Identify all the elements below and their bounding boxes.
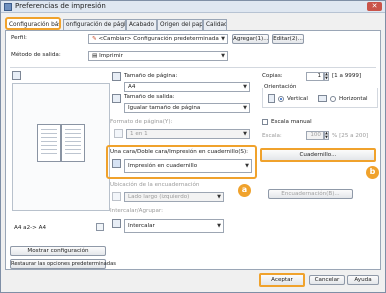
page-size-label: Tamaño de página: xyxy=(124,73,178,79)
preview-caption: A4 a2-> A4 xyxy=(14,225,47,231)
scale-range: % [25 a 200] xyxy=(332,133,369,139)
ok-button[interactable]: Aceptar xyxy=(259,273,305,287)
page-size-select[interactable]: A4 ▼ xyxy=(124,82,250,92)
chevron-down-icon: ▼ xyxy=(217,194,221,200)
show-settings-button[interactable]: Mostrar configuración xyxy=(10,246,106,256)
horizontal-label: Horizontal xyxy=(339,96,368,102)
page-preview xyxy=(12,83,110,211)
callout-badge-a: a xyxy=(238,184,251,197)
booklet-left-page xyxy=(37,124,61,162)
chevron-down-icon: ▼ xyxy=(221,36,225,42)
output-size-value: Igualar tamaño de página xyxy=(128,105,201,111)
scale-spinner[interactable]: ▲ ▼ xyxy=(324,131,329,140)
duplex-label: Una cara/Doble cara/Impresión en cuadern… xyxy=(110,149,249,155)
collate-select[interactable]: Intercalar ▼ xyxy=(124,219,224,233)
landscape-icon xyxy=(318,95,327,102)
chevron-down-icon: ▼ xyxy=(243,131,247,137)
copies-range: [1 a 9999] xyxy=(332,73,362,79)
output-method-value: Imprimir xyxy=(99,53,123,59)
duplex-value: Impresión en cuadernillo xyxy=(128,163,198,169)
output-method-label: Método de salida: xyxy=(11,52,61,58)
chevron-down-icon: ▼ xyxy=(245,163,249,169)
profile-label: Perfil: xyxy=(11,35,27,41)
profile-select[interactable]: ✎ <Cambiar> Configuración predeterminada… xyxy=(88,34,228,44)
tab-finishing[interactable]: Acabado xyxy=(126,19,157,30)
horizontal-radio[interactable] xyxy=(330,96,336,102)
collate-label: Intercalar/Agrupar: xyxy=(110,208,163,214)
tab-quality[interactable]: Calidad xyxy=(203,19,227,30)
binding-icon xyxy=(112,192,121,201)
page-layout-icon xyxy=(114,129,123,138)
portrait-icon xyxy=(268,94,275,103)
collate-value: Intercalar xyxy=(128,223,155,229)
chevron-down-icon: ▼ xyxy=(217,223,221,229)
page-layout-label: Formato de página(Y): xyxy=(110,119,173,125)
chevron-down-icon: ▼ xyxy=(221,53,225,59)
output-size-icon xyxy=(112,94,121,103)
vertical-label: Vertical xyxy=(287,96,308,102)
page-layout-select[interactable]: 1 en 1 ▼ xyxy=(126,129,250,139)
divider xyxy=(10,67,376,68)
window-title: Preferencias de impresión xyxy=(15,2,106,10)
tab-paper-source[interactable]: Origen del papel xyxy=(157,19,203,30)
manual-scaling-label: Escala manual xyxy=(271,119,312,125)
print-icon: ▤ xyxy=(92,53,98,59)
close-button[interactable]: ✕ xyxy=(367,2,382,11)
booklet-right-page xyxy=(61,124,85,162)
basic-settings-panel: Perfil: ✎ <Cambiar> Configuración predet… xyxy=(5,30,381,270)
page-size-icon xyxy=(112,72,121,81)
booklet-icon xyxy=(112,159,121,168)
output-size-label: Tamaño de salida: xyxy=(124,94,175,100)
profile-value: <Cambiar> Configuración predeterminada xyxy=(98,36,219,42)
output-size-select[interactable]: Igualar tamaño de página ▼ xyxy=(124,103,250,113)
binding-select[interactable]: Lado largo (izquierdo) ▼ xyxy=(124,192,224,202)
help-button[interactable]: Ayuda xyxy=(347,275,379,285)
edit-profile-button[interactable]: Editar(2)... xyxy=(272,34,304,44)
output-method-select[interactable]: ▤ Imprimir ▼ xyxy=(88,51,228,61)
binding-value: Lado largo (izquierdo) xyxy=(128,194,190,200)
preferences-window: Preferencias de impresión ✕ Configuració… xyxy=(0,0,386,293)
title-bar: Preferencias de impresión ✕ xyxy=(1,1,385,13)
page-layout-value: 1 en 1 xyxy=(130,131,148,137)
preview-toggle-icon[interactable] xyxy=(12,71,21,80)
preview-settings-icon[interactable] xyxy=(96,223,104,231)
add-profile-button[interactable]: Agregar(1)... xyxy=(232,34,269,44)
page-size-value: A4 xyxy=(128,84,136,90)
copies-spinner[interactable]: ▲ ▼ xyxy=(324,72,329,81)
binding-label: Ubicación de la encuadernación xyxy=(110,182,200,188)
copies-input[interactable]: 1 xyxy=(306,72,324,81)
booklet-button[interactable]: Cuadernillo... xyxy=(260,148,376,162)
vertical-radio[interactable] xyxy=(278,96,284,102)
tab-basic-settings[interactable]: Configuración básica xyxy=(5,17,61,30)
chevron-down-icon: ▼ xyxy=(243,105,247,111)
manual-scaling-checkbox[interactable] xyxy=(262,119,268,125)
binding-button[interactable]: Encuadernación(B)... xyxy=(268,189,353,199)
scale-label: Escala: xyxy=(262,133,282,139)
printer-icon xyxy=(4,3,12,11)
collate-icon xyxy=(112,219,121,228)
callout-badge-b: b xyxy=(366,166,379,179)
chevron-down-icon: ▼ xyxy=(243,84,247,90)
scale-input[interactable]: 100 xyxy=(306,131,324,140)
restore-defaults-button[interactable]: Restaurar las opciones predeterminadas xyxy=(10,259,116,269)
tab-page-setup[interactable]: onfiguración de página xyxy=(63,19,126,30)
cancel-button[interactable]: Cancelar xyxy=(309,275,345,285)
duplex-select[interactable]: Impresión en cuadernillo ▼ xyxy=(124,159,252,173)
copies-label: Copias: xyxy=(262,73,283,79)
